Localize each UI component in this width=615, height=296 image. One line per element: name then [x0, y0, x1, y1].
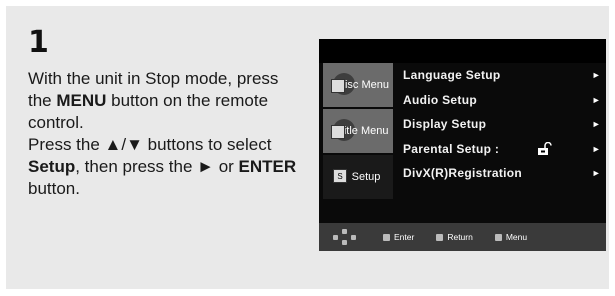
arrow-right-icon: ►	[591, 143, 601, 154]
instruction-text-2e: button.	[28, 179, 80, 198]
menu-item-language-setup[interactable]: Language Setup ►	[403, 63, 603, 88]
instruction-paragraph-1: With the unit in Stop mode, press the ME…	[28, 68, 298, 134]
instruction-text-2a: Press the ▲/▼ buttons to select	[28, 135, 272, 154]
osd-screen: Disc Menu Title Menu S Setup Language Se…	[319, 39, 606, 251]
arrow-right-icon: ►	[591, 168, 601, 178]
menu-item-audio-setup[interactable]: Audio Setup ►	[403, 88, 603, 113]
menu-keyword: MENU	[56, 91, 107, 110]
menu-item-divx-registration[interactable]: DivX(R)Registration ►	[403, 161, 603, 186]
navigation-pad-icon	[333, 229, 357, 245]
instruction-paragraph-2: Press the ▲/▼ buttons to select Setup, t…	[28, 134, 298, 200]
menu-item-display-setup[interactable]: Display Setup ►	[403, 112, 603, 137]
return-button-icon	[436, 233, 444, 241]
enter-hint: Enter	[383, 232, 414, 242]
tab-title-menu[interactable]: Title Menu	[323, 109, 393, 155]
menu-hint: Menu	[494, 232, 528, 242]
osd-top-bar	[319, 39, 606, 63]
enter-button-icon	[383, 233, 390, 241]
menu-item-label: DivX(R)Registration	[403, 166, 523, 181]
menu-hint-label: Menu	[505, 232, 528, 242]
disc-menu-icon	[331, 79, 345, 93]
instruction-panel: 1 With the unit in Stop mode, press the …	[6, 6, 609, 289]
instruction-text-2c: , then press the ► or	[75, 157, 239, 176]
tab-disc-menu[interactable]: Disc Menu	[323, 63, 393, 109]
title-menu-icon	[331, 125, 345, 139]
osd-sidebar: Disc Menu Title Menu S Setup	[323, 63, 393, 223]
menu-item-label: Language Setup	[403, 68, 501, 83]
setup-menu: Language Setup ► Audio Setup ► Display S…	[403, 63, 603, 186]
setup-keyword: Setup	[28, 157, 76, 176]
arrow-right-icon: ►	[591, 119, 601, 129]
arrow-right-icon: ►	[591, 70, 601, 80]
return-hint-label: Return	[447, 232, 473, 242]
menu-item-label: Parental Setup :	[403, 141, 500, 156]
step-number: 1	[28, 25, 49, 60]
arrow-right-icon: ►	[591, 94, 601, 105]
menu-item-parental-setup[interactable]: Parental Setup : ►	[403, 137, 603, 162]
enter-keyword: ENTER	[238, 157, 297, 176]
tab-setup[interactable]: S Setup	[323, 155, 393, 201]
menu-item-label: Audio Setup	[403, 92, 477, 107]
osd-bottom-bar: Enter Return Menu	[319, 223, 606, 251]
enter-hint-label: Enter	[394, 232, 415, 242]
menu-button-icon	[494, 233, 502, 241]
unlock-icon	[538, 141, 552, 155]
setup-icon: S	[333, 169, 347, 183]
return-hint: Return	[436, 232, 473, 242]
instruction-text: With the unit in Stop mode, press the ME…	[28, 68, 298, 200]
menu-item-label: Display Setup	[403, 117, 487, 132]
